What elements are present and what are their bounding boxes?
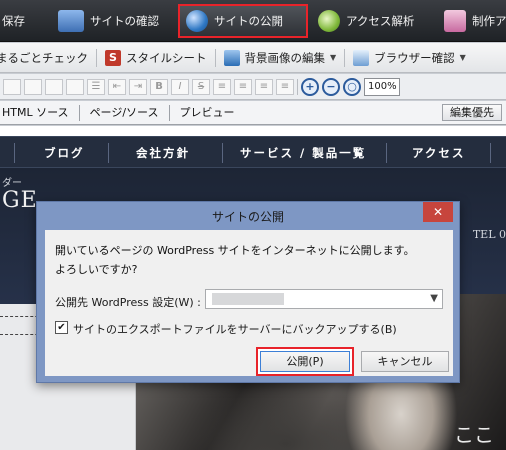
full-check-label: まるごとチェック xyxy=(0,50,88,65)
destination-select[interactable]: ▼ xyxy=(205,289,443,309)
bold-icon[interactable]: B xyxy=(150,78,168,95)
cancel-button[interactable]: キャンセル xyxy=(361,351,449,372)
zoom-level-field[interactable]: 100% xyxy=(364,77,400,96)
destination-value xyxy=(212,293,284,305)
align-icon[interactable]: ≡ xyxy=(213,78,231,95)
format-icon[interactable] xyxy=(3,78,21,95)
ribbon-production-label: 制作ア xyxy=(472,14,506,28)
indent-icon[interactable]: ⇥ xyxy=(129,78,147,95)
chevron-down-icon: ▼ xyxy=(459,53,466,62)
background-image-edit-button[interactable]: 背景画像の編集 ▼ xyxy=(216,49,345,66)
analytics-icon xyxy=(318,10,340,32)
ribbon-production-button[interactable]: 制作ア xyxy=(438,4,506,38)
edit-priority-button[interactable]: 編集優先 xyxy=(442,104,502,121)
nav-item-blog[interactable]: ブログ xyxy=(44,145,85,161)
ribbon-analytics-label: アクセス解析 xyxy=(346,14,415,28)
confirm-question: よろしいですか? xyxy=(55,263,138,276)
nav-divider xyxy=(490,143,491,163)
browser-check-button[interactable]: ブラウザー確認 ▼ xyxy=(345,49,474,66)
chevron-down-icon: ▼ xyxy=(330,53,337,62)
toolbar-divider xyxy=(297,78,298,95)
ribbon-site-check-label: サイトの確認 xyxy=(90,14,159,28)
zoom-fit-icon[interactable]: ○ xyxy=(343,77,361,96)
italic-icon[interactable]: I xyxy=(171,78,189,95)
format-toolbar: ☰ ⇤ ⇥ B I S ≡ ≡ ≡ ≡ + − ○ 100% xyxy=(0,74,506,100)
ribbon-publish-button[interactable]: サイトの公開 xyxy=(178,4,308,38)
nav-divider xyxy=(14,143,15,163)
nav-item-policy[interactable]: 会社方針 xyxy=(136,145,190,161)
ribbon-site-check-button[interactable]: サイトの確認 xyxy=(52,4,165,38)
stylesheet-label: スタイルシート xyxy=(126,50,207,65)
tab-preview[interactable]: プレビュー xyxy=(170,105,245,121)
nav-divider xyxy=(108,143,109,163)
align-icon[interactable]: ≡ xyxy=(234,78,252,95)
format-icon[interactable] xyxy=(66,78,84,95)
full-check-button[interactable]: まるごとチェック xyxy=(0,50,96,66)
view-tabs: HTML ソース ページ/ソース プレビュー 編集優先 xyxy=(0,101,506,125)
zoom-in-icon[interactable]: + xyxy=(301,77,319,96)
stylesheet-button[interactable]: S スタイルシート xyxy=(97,49,215,66)
strikethrough-icon[interactable]: S xyxy=(192,78,210,95)
confirm-message: 開いているページの WordPress サイトをインターネットに公開します。 xyxy=(55,244,415,257)
hero-text: ここ xyxy=(454,423,494,447)
zoom-out-icon[interactable]: − xyxy=(322,77,340,96)
background-image-edit-label: 背景画像の編集 xyxy=(244,50,326,65)
nav-item-services[interactable]: サービス / 製品一覧 xyxy=(240,145,366,161)
publish-dialog: サイトの公開 ✕ 開いているページの WordPress サイトをインターネット… xyxy=(36,201,460,383)
site-phone: TEL 0 xyxy=(472,228,506,241)
chevron-down-icon: ▼ xyxy=(430,293,438,304)
site-check-icon xyxy=(58,10,84,32)
ribbon-save-button[interactable]: 保存 xyxy=(0,4,31,38)
tab-page-source[interactable]: ページ/ソース xyxy=(80,104,170,121)
site-tagline: ダー xyxy=(2,178,22,189)
ribbon-publish-label: サイトの公開 xyxy=(214,14,283,28)
align-icon[interactable]: ≡ xyxy=(255,78,273,95)
site-title: GE xyxy=(2,188,38,213)
list-icon[interactable]: ☰ xyxy=(87,78,105,95)
nav-item-access[interactable]: アクセス xyxy=(412,145,465,161)
format-icon[interactable] xyxy=(45,78,63,95)
ribbon-analytics-button[interactable]: アクセス解析 xyxy=(312,4,420,38)
align-icon[interactable]: ≡ xyxy=(276,78,294,95)
background-image-icon xyxy=(223,49,240,66)
publish-button[interactable]: 公開(P) xyxy=(260,351,350,372)
format-icon[interactable] xyxy=(24,78,42,95)
ribbon-save-label: 保存 xyxy=(2,14,25,28)
production-icon xyxy=(444,10,466,32)
close-button[interactable]: ✕ xyxy=(423,202,453,222)
backup-checkbox[interactable]: ✔ xyxy=(55,321,68,334)
browser-check-icon xyxy=(353,49,370,66)
dialog-title: サイトの公開 xyxy=(211,210,284,224)
globe-icon xyxy=(186,10,208,32)
site-nav: ブログ 会社方針 サービス / 製品一覧 アクセス xyxy=(0,136,506,168)
tab-html-source[interactable]: HTML ソース xyxy=(0,104,80,121)
browser-check-label: ブラウザー確認 xyxy=(374,50,455,65)
dialog-body: 開いているページの WordPress サイトをインターネットに公開します。 よ… xyxy=(45,230,453,376)
outdent-icon[interactable]: ⇤ xyxy=(108,78,126,95)
main-ribbon: 保存 サイトの確認 サイトの公開 アクセス解析 制作ア xyxy=(0,0,506,42)
nav-divider xyxy=(222,143,223,163)
destination-label: 公開先 WordPress 設定(W) : xyxy=(55,296,201,309)
nav-divider xyxy=(386,143,387,163)
secondary-toolbar: まるごとチェック S スタイルシート 背景画像の編集 ▼ ブラウザー確認 ▼ xyxy=(0,43,506,73)
backup-label: サイトのエクスポートファイルをサーバーにバックアップする(B) xyxy=(73,323,397,336)
stylesheet-icon: S xyxy=(105,49,121,66)
